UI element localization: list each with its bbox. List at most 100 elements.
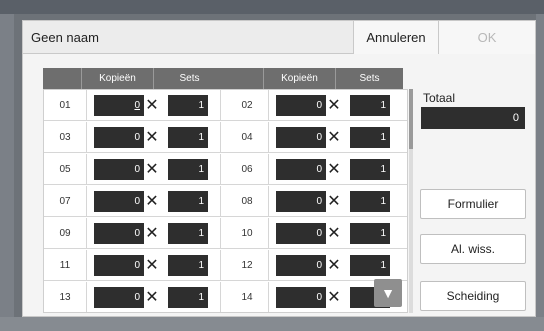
cancel-button[interactable]: Annuleren [353, 21, 439, 54]
row-divider [86, 250, 87, 281]
table-row: 07 0 ✕ 1 08 0 ✕ 1 [44, 186, 407, 217]
times-icon: ✕ [327, 225, 341, 242]
total-label: Totaal [423, 91, 456, 105]
row-divider [220, 154, 221, 185]
row-number: 14 [241, 292, 253, 303]
times-icon: ✕ [145, 225, 159, 242]
copies-input[interactable]: 0 [276, 255, 326, 276]
form-button[interactable]: Formulier [420, 189, 526, 219]
row-divider [268, 250, 269, 281]
background-right-strip [536, 14, 544, 331]
times-icon: ✕ [145, 289, 159, 306]
dialog-title: Geen naam [31, 30, 99, 45]
copies-input[interactable]: 0 [276, 287, 326, 308]
separator-button[interactable]: Scheiding [420, 281, 526, 311]
sets-input[interactable]: 1 [168, 95, 208, 116]
copies-input[interactable]: 0 [94, 159, 144, 180]
row-number: 12 [241, 260, 253, 271]
copies-input[interactable]: 0 [276, 191, 326, 212]
times-icon: ✕ [327, 129, 341, 146]
table-scrollbar[interactable] [409, 89, 413, 313]
scrollbar-thumb[interactable] [409, 89, 413, 149]
times-icon: ✕ [145, 129, 159, 146]
table-row: 130✕1140✕1 [44, 282, 407, 312]
copies-input[interactable]: 0 [94, 95, 144, 116]
row-divider [220, 282, 221, 312]
row-divider [86, 186, 87, 217]
table-row: 05 0 ✕ 1 06 0 ✕ 1 [44, 154, 407, 185]
sets-input[interactable]: 1 [350, 191, 390, 212]
table-row: 03 0 ✕ 1 04 0 ✕ 1 [44, 122, 407, 153]
times-icon: ✕ [327, 193, 341, 210]
row-divider [86, 122, 87, 153]
copies-sets-dialog: Geen naam Annuleren OK Kopieën Sets Kopi… [22, 20, 536, 317]
row-number: 05 [59, 164, 71, 175]
sets-input[interactable]: 1 [350, 255, 390, 276]
row-divider [268, 154, 269, 185]
row-divider [220, 218, 221, 249]
background-bottom-bar [0, 317, 544, 331]
table-row: 01 0 ✕ 1 02 0 ✕ 1 [44, 90, 407, 121]
times-icon: ✕ [327, 289, 341, 306]
copies-input[interactable]: 0 [94, 287, 144, 308]
row-number: 03 [59, 132, 71, 143]
row-divider [268, 122, 269, 153]
background-left-strip [0, 14, 14, 331]
total-value: 0 [421, 107, 525, 129]
times-icon: ✕ [145, 257, 159, 274]
copies-table: 01 0 ✕ 1 02 0 ✕ 1 03 0 ✕ 1 04 0 ✕ 1 05 0 ✕ 1 06 0 ✕ 1 07 0 ✕ 1 08 0 ✕ 1… [43, 89, 408, 313]
row-divider [86, 218, 87, 249]
row-divider [220, 250, 221, 281]
copies-input[interactable]: 0 [94, 127, 144, 148]
column-header-copies-left: Kopieën [81, 68, 153, 89]
row-number: 04 [241, 132, 253, 143]
sets-input[interactable]: 1 [350, 223, 390, 244]
row-divider [220, 122, 221, 153]
copies-input[interactable]: 0 [276, 95, 326, 116]
dialog-header: Geen naam Annuleren OK [23, 21, 535, 54]
sets-input[interactable]: 1 [350, 95, 390, 116]
sets-input[interactable]: 1 [168, 191, 208, 212]
sets-input[interactable]: 1 [168, 255, 208, 276]
row-number: 01 [59, 100, 71, 111]
row-number: 13 [59, 292, 71, 303]
copies-input[interactable]: 0 [276, 127, 326, 148]
copies-input[interactable]: 0 [94, 223, 144, 244]
row-divider [268, 90, 269, 121]
ok-button[interactable]: OK [439, 21, 535, 54]
times-icon: ✕ [327, 97, 341, 114]
row-number: 09 [59, 228, 71, 239]
sets-input[interactable]: 1 [350, 127, 390, 148]
row-number: 06 [241, 164, 253, 175]
row-divider [86, 90, 87, 121]
times-icon: ✕ [145, 161, 159, 178]
times-icon: ✕ [327, 161, 341, 178]
times-icon: ✕ [327, 257, 341, 274]
sets-input[interactable]: 1 [168, 223, 208, 244]
column-header-copies-right: Kopieën [263, 68, 335, 89]
row-number: 08 [241, 196, 253, 207]
table-header: Kopieën Sets Kopieën Sets [43, 68, 403, 89]
copies-input[interactable]: 0 [94, 191, 144, 212]
scroll-down-icon[interactable]: ▼ [374, 279, 402, 307]
table-row: 11 0 ✕ 1 12 0 ✕ 1 [44, 250, 407, 281]
row-divider [268, 218, 269, 249]
copies-input[interactable]: 0 [276, 159, 326, 180]
column-header-sets-right: Sets [335, 68, 403, 89]
sets-input[interactable]: 1 [168, 127, 208, 148]
row-number: 10 [241, 228, 253, 239]
row-divider [86, 154, 87, 185]
copies-input[interactable]: 0 [276, 223, 326, 244]
sets-input[interactable]: 1 [350, 159, 390, 180]
row-number: 11 [59, 260, 71, 271]
column-header-sets-left: Sets [153, 68, 225, 89]
row-number: 07 [59, 196, 71, 207]
sets-input[interactable]: 1 [168, 159, 208, 180]
sets-input[interactable]: 1 [168, 287, 208, 308]
row-divider [86, 282, 87, 312]
background-top-bar [0, 0, 544, 14]
copies-input[interactable]: 0 [94, 255, 144, 276]
clear-all-button[interactable]: Al. wiss. [420, 234, 526, 264]
row-number: 02 [241, 100, 253, 111]
row-divider [220, 90, 221, 121]
